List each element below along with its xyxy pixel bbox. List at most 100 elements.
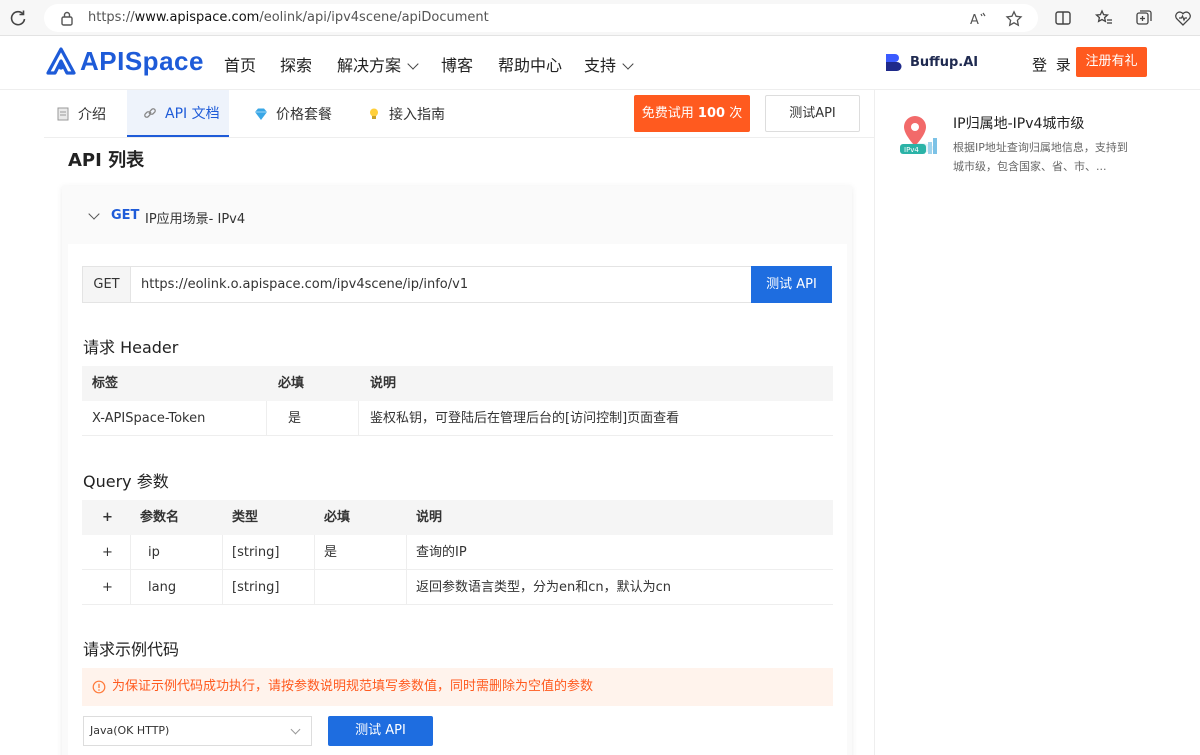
tab-api-doc-label: API 文档 (165, 105, 220, 122)
free-trial-button[interactable]: 免费试用 100 次 (634, 95, 750, 132)
apispace-logo-icon[interactable] (46, 47, 76, 75)
api-panel: GET IP应用场景- IPv4 GET https://eolink.o.ap… (62, 186, 852, 755)
column-header: 说明 (370, 376, 397, 391)
query-table: + 参数名 类型 必填 说明 + ip [string] 是 查询的IP + l… (82, 500, 833, 605)
tab-guide[interactable]: 接入指南 (367, 90, 445, 137)
table-row: + ip [string] 是 查询的IP (82, 535, 833, 570)
logo-text[interactable]: APISpace (80, 46, 204, 77)
url-text[interactable]: https://www.apispace.com/eolink/api/ipv4… (88, 10, 489, 25)
login-link[interactable]: 登 录 (1032, 54, 1073, 75)
test-api-button[interactable]: 测试 API (751, 266, 832, 303)
register-button[interactable]: 注册有礼 (1076, 47, 1147, 77)
lock-icon (61, 11, 73, 26)
api-list-title: API 列表 (68, 150, 145, 171)
column-header: 类型 (232, 510, 259, 525)
expand-row-icon[interactable]: + (102, 535, 113, 570)
side-card-desc: 根据IP地址查询归属地信息，支持到城市级，包含国家、省、市、... (953, 141, 1128, 173)
param-required: 是 (324, 545, 338, 560)
test-api-top-button[interactable]: 测试API (765, 95, 860, 132)
tab-intro-label: 介绍 (78, 106, 106, 123)
param-type: [string] (232, 580, 280, 595)
language-select-value: Java(OK HTTP) (90, 724, 170, 737)
link-icon (144, 107, 156, 118)
nav-solutions-label: 解决方案 (337, 56, 402, 75)
collections-icon[interactable] (1134, 8, 1154, 28)
warning-banner: 为保证示例代码成功执行，请按参数说明规范填写参数值，同时需删除为空值的参数 (82, 668, 833, 706)
request-url[interactable]: https://eolink.o.apispace.com/ipv4scene/… (141, 267, 468, 302)
language-select[interactable]: Java(OK HTTP) (83, 716, 312, 746)
sidebar-divider (874, 90, 875, 755)
address-bar[interactable]: https://www.apispace.com/eolink/api/ipv4… (44, 4, 1038, 32)
param-desc: 查询的IP (416, 545, 467, 560)
tab-intro[interactable]: 介绍 (56, 90, 106, 137)
read-aloud-icon[interactable]: A (969, 10, 987, 28)
chevron-down-icon (290, 724, 301, 735)
browser-health-icon[interactable] (1173, 8, 1193, 28)
split-screen-icon[interactable] (1053, 8, 1073, 28)
column-header: 必填 (324, 510, 351, 525)
param-name: lang (148, 580, 177, 595)
api-panel-body: GET https://eolink.o.apispace.com/ipv4sc… (68, 244, 847, 755)
table-header-row: 标签 必填 说明 (82, 366, 833, 401)
warning-text: 为保证示例代码成功执行，请按参数说明规范填写参数值，同时需删除为空值的参数 (112, 679, 594, 694)
favorite-star-icon[interactable] (1005, 10, 1023, 28)
table-row: + lang [string] 返回参数语言类型，分为en和cn，默认为cn (82, 570, 833, 605)
location-pin-icon[interactable]: IPv4 (898, 112, 940, 158)
favorites-icon[interactable] (1094, 8, 1114, 28)
trial-count: 100 (697, 106, 726, 121)
table-header-row: + 参数名 类型 必填 说明 (82, 500, 833, 535)
param-name: ip (148, 545, 160, 560)
reload-icon[interactable] (8, 8, 28, 28)
column-header: 参数名 (140, 510, 180, 525)
nav-solutions[interactable]: 解决方案 (337, 52, 419, 76)
lightbulb-icon (370, 108, 378, 119)
chevron-down-icon (622, 58, 634, 70)
browser-toolbar: https://www.apispace.com/eolink/api/ipv4… (0, 0, 1200, 36)
api-name: IP应用场景- IPv4 (145, 212, 246, 227)
nav-support[interactable]: 支持 (584, 52, 634, 76)
tab-api-doc[interactable]: API 文档 (127, 90, 229, 137)
trial-prefix: 免费试用 (641, 106, 694, 121)
buffup-link[interactable]: Buffup.AI (910, 55, 978, 70)
column-header: 标签 (92, 376, 119, 391)
table-row: X-APISpace-Token 是 鉴权私钥，可登陆后在管理后台的[访问控制]… (82, 401, 833, 436)
header-desc: 鉴权私钥，可登陆后在管理后台的[访问控制]页面查看 (370, 411, 680, 426)
param-type: [string] (232, 545, 280, 560)
tab-pricing-label: 价格套餐 (276, 106, 332, 123)
nav-help-center[interactable]: 帮助中心 (498, 52, 562, 76)
warning-icon (92, 680, 106, 694)
buffup-logo-icon[interactable] (884, 52, 904, 72)
nav-blog[interactable]: 博客 (441, 52, 473, 76)
side-card-title[interactable]: IP归属地-IPv4城市级 (953, 113, 1084, 133)
expand-row-icon[interactable]: + (102, 570, 113, 605)
header-required: 是 (288, 411, 302, 426)
svg-text:A: A (970, 13, 979, 28)
ipv4-badge-text: IPv4 (904, 146, 919, 154)
request-url-row: GET https://eolink.o.apispace.com/ipv4sc… (82, 266, 832, 303)
nav-support-label: 支持 (584, 56, 617, 75)
tab-guide-label: 接入指南 (389, 106, 445, 123)
api-method-badge: GET (111, 208, 140, 223)
nav-explore[interactable]: 探索 (280, 52, 312, 76)
header-table: 标签 必填 说明 X-APISpace-Token 是 鉴权私钥，可登陆后在管理… (82, 366, 833, 436)
trial-suffix: 次 (729, 106, 743, 121)
tab-pricing[interactable]: 价格套餐 (254, 90, 332, 137)
chevron-down-icon (407, 58, 419, 70)
header-tag: X-APISpace-Token (92, 411, 206, 426)
chevron-down-icon[interactable] (88, 208, 100, 220)
request-method: GET (83, 267, 131, 302)
column-header: 说明 (416, 510, 443, 525)
document-icon (57, 107, 69, 120)
api-panel-header[interactable]: GET IP应用场景- IPv4 (62, 186, 852, 244)
request-header-title: 请求 Header (83, 338, 179, 357)
test-api-code-button[interactable]: 测试 API (328, 716, 433, 746)
expand-all-icon[interactable]: + (102, 500, 113, 535)
nav-home[interactable]: 首页 (224, 52, 256, 76)
query-params-title: Query 参数 (83, 472, 169, 491)
column-header: 必填 (278, 376, 305, 391)
api-tabs: 介绍 API 文档 价格套餐 接入指南 免费试用 100 次 测试API (44, 90, 874, 138)
diamond-icon (255, 108, 267, 120)
param-desc: 返回参数语言类型，分为en和cn，默认为cn (416, 580, 672, 595)
code-example-title: 请求示例代码 (83, 640, 180, 659)
site-header: APISpace 首页 探索 解决方案 博客 帮助中心 支持 Buffup.AI… (0, 36, 1200, 90)
